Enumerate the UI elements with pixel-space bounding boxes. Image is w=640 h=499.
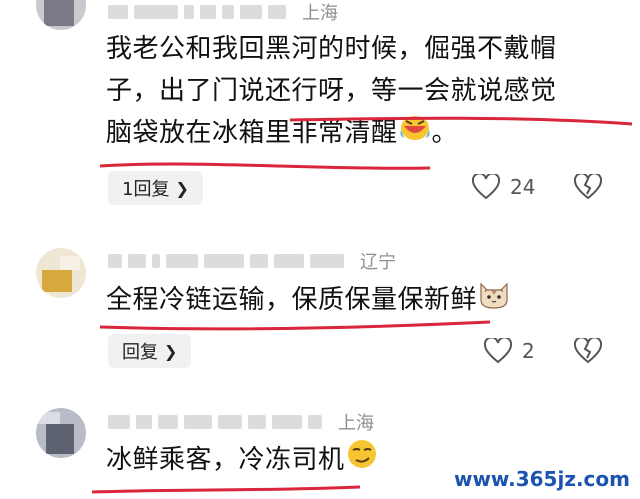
chevron-right-icon: ❯ [164,341,178,361]
like-button[interactable]: 24 [472,174,535,200]
red-underline-annotation [99,116,633,170]
user-avatar[interactable] [36,248,86,298]
reply-button[interactable]: 回复 ❯ [108,334,192,368]
red-underline-annotation [99,320,491,331]
user-avatar[interactable] [36,408,86,458]
location-label: 辽宁 [360,252,396,273]
like-count: 24 [510,175,536,199]
reply-button[interactable]: 1回复 ❯ [108,171,203,205]
dislike-button[interactable] [574,338,602,364]
username-blurred: 上海 [108,410,374,434]
like-button[interactable]: 2 [484,338,535,364]
site-watermark: www.365jz.com [453,467,630,491]
broken-heart-icon [574,338,602,364]
heart-outline-icon [472,174,500,200]
location-label: 上海 [338,413,374,434]
like-count: 2 [522,339,535,363]
dislike-button[interactable] [574,174,602,200]
reply-label: 1回复 [122,179,170,200]
broken-heart-icon [574,174,602,200]
chevron-right-icon: ❯ [175,178,189,198]
heart-outline-icon [484,338,512,364]
username-blurred: 辽宁 [108,249,396,273]
reply-label: 回复 [122,342,158,363]
